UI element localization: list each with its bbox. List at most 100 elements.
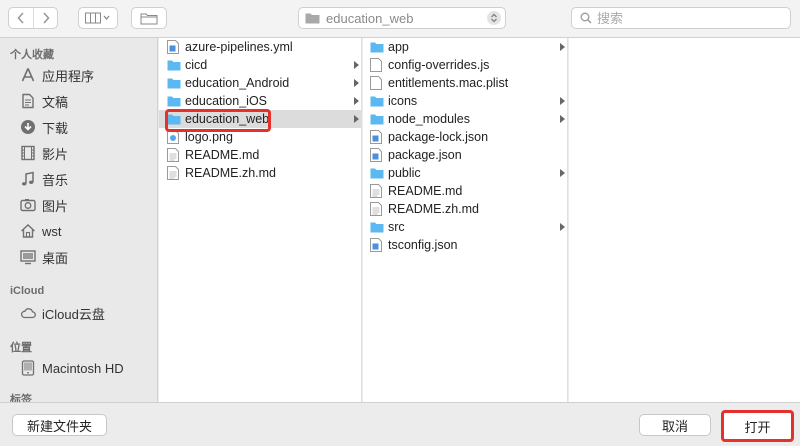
sidebar: 个人收藏 应用程序 文稿 下载 影片 音乐 图片 wst 桌面 iCloud i…: [0, 38, 158, 402]
sidebar-item-label: 文稿: [42, 94, 69, 110]
home-icon: [20, 223, 36, 239]
file-row-label: package-lock.json: [388, 130, 489, 144]
file-row-label: logo.png: [185, 130, 233, 144]
sidebar-item-macintosh-hd[interactable]: Macintosh HD: [20, 358, 124, 378]
sidebar-item-label: 桌面: [42, 250, 69, 266]
column-view-button[interactable]: [79, 8, 117, 28]
new-folder-toolbar-button[interactable]: [131, 7, 167, 29]
folder-row-icons[interactable]: icons: [363, 92, 567, 110]
toolbar: education_web: [0, 0, 800, 38]
folder-icon: [370, 166, 384, 180]
sidebar-item-label: Macintosh HD: [42, 360, 124, 376]
search-icon: [580, 12, 592, 24]
folder-row-education-ios[interactable]: education_iOS: [159, 92, 361, 110]
columns-icon: [85, 12, 110, 24]
file-row-label: README.zh.md: [388, 202, 479, 216]
forward-button[interactable]: [33, 8, 57, 28]
folder-row-cicd[interactable]: cicd: [159, 56, 361, 74]
file-row-package[interactable]: package.json: [363, 146, 567, 164]
sidebar-item-music[interactable]: 音乐: [20, 169, 68, 189]
file-row-label: README.zh.md: [185, 166, 276, 180]
sidebar-item-label: 图片: [42, 198, 69, 214]
folder-row-education-web[interactable]: education_web: [159, 110, 361, 128]
sidebar-item-home[interactable]: wst: [20, 221, 62, 241]
sidebar-item-downloads[interactable]: 下载: [20, 117, 68, 137]
folder-row-src[interactable]: src: [363, 218, 567, 236]
text-file-icon: [167, 148, 181, 162]
folder-row-label: src: [388, 220, 405, 234]
harddrive-icon: [20, 360, 36, 376]
file-row-logo[interactable]: logo.png: [159, 128, 361, 146]
sidebar-item-label: 音乐: [42, 172, 69, 188]
folder-row-label: education_iOS: [185, 94, 268, 108]
chevron-right-icon: [560, 223, 565, 231]
cancel-button[interactable]: 取消: [639, 414, 711, 436]
sidebar-item-movies[interactable]: 影片: [20, 143, 68, 163]
text-file-icon: [167, 166, 181, 180]
open-button[interactable]: 打开: [721, 410, 794, 442]
file-row-readme-zh[interactable]: README.zh.md: [159, 164, 361, 182]
chevron-right-icon: [42, 12, 50, 24]
file-row-azure-pipelines[interactable]: azure-pipelines.yml: [159, 38, 361, 56]
folder-row-node-modules[interactable]: node_modules: [363, 110, 567, 128]
file-row-entitlements[interactable]: entitlements.mac.plist: [363, 74, 567, 92]
file-row-readme[interactable]: README.md: [159, 146, 361, 164]
folder-icon: [370, 220, 384, 234]
open-button-label: 打开: [744, 419, 771, 435]
sidebar-item-label: 影片: [42, 146, 69, 162]
file-row-label: entitlements.mac.plist: [388, 76, 509, 90]
chevron-right-icon: [560, 43, 565, 51]
folder-row-label: education_Android: [185, 76, 290, 90]
sidebar-item-applications[interactable]: 应用程序: [20, 65, 94, 85]
sidebar-item-label: iCloud云盘: [42, 306, 105, 322]
file-row-tsconfig[interactable]: tsconfig.json: [363, 236, 567, 254]
view-mode-selector[interactable]: [78, 7, 118, 29]
chevron-right-icon: [560, 115, 565, 123]
sidebar-item-desktop[interactable]: 桌面: [20, 247, 68, 267]
folder-row-label: education_web: [185, 112, 270, 126]
sidebar-item-label: 下载: [42, 120, 69, 136]
chevron-right-icon: [354, 61, 359, 69]
chevron-left-icon: [17, 12, 24, 24]
sidebar-item-icloud-drive[interactable]: iCloud云盘: [20, 303, 105, 323]
file-row-label: tsconfig.json: [388, 238, 458, 252]
search-input[interactable]: [597, 10, 777, 26]
file-row-label: config-overrides.js: [388, 58, 490, 72]
path-popup-label: education_web: [326, 10, 414, 26]
file-row-readme-zh[interactable]: README.zh.md: [363, 200, 567, 218]
folder-row-label: public: [388, 166, 421, 180]
file-row-label: README.md: [388, 184, 463, 198]
text-file-icon: [370, 202, 384, 216]
folder-row-label: icons: [388, 94, 418, 108]
blank-file-icon: [370, 76, 384, 90]
text-file-icon: [370, 184, 384, 198]
back-button[interactable]: [9, 8, 33, 28]
folder-row-label: cicd: [185, 58, 208, 72]
chevron-right-icon: [354, 79, 359, 87]
code-file-icon: [370, 130, 384, 144]
folder-icon: [370, 40, 384, 54]
applications-icon: [20, 67, 36, 83]
file-row-readme[interactable]: README.md: [363, 182, 567, 200]
sidebar-item-documents[interactable]: 文稿: [20, 91, 68, 111]
movies-icon: [20, 145, 36, 161]
sidebar-item-pictures[interactable]: 图片: [20, 195, 68, 215]
folder-row-education-android[interactable]: education_Android: [159, 74, 361, 92]
search-field[interactable]: [571, 7, 791, 29]
music-icon: [20, 171, 36, 187]
folder-icon: [167, 58, 181, 72]
folder-icon: [370, 94, 384, 108]
folder-row-label: node_modules: [388, 112, 471, 126]
sidebar-item-label: 应用程序: [42, 68, 95, 84]
file-row-package-lock[interactable]: package-lock.json: [363, 128, 567, 146]
browser-column-3: [569, 38, 800, 402]
new-folder-button[interactable]: 新建文件夹: [12, 414, 107, 436]
cloud-icon: [20, 305, 36, 321]
path-popup[interactable]: education_web: [298, 7, 506, 29]
folder-row-app[interactable]: app: [363, 38, 567, 56]
file-row-config-overrides[interactable]: config-overrides.js: [363, 56, 567, 74]
chevron-right-icon: [354, 97, 359, 105]
folder-row-public[interactable]: public: [363, 164, 567, 182]
browser-column-1: azure-pipelines.yml cicd education_Andro…: [159, 38, 362, 402]
desktop-icon: [20, 249, 36, 265]
